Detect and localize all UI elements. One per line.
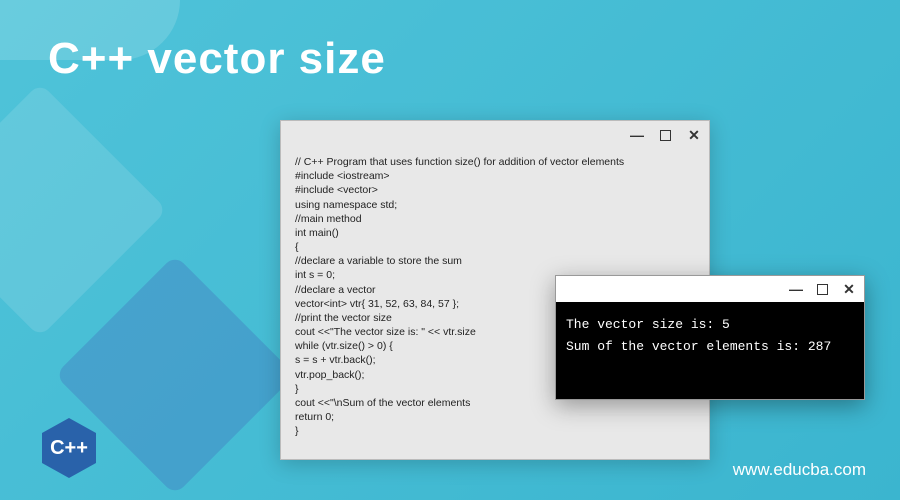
console-titlebar [556, 276, 864, 302]
minimize-icon[interactable] [630, 128, 644, 142]
footer-url: www.educba.com [733, 460, 866, 480]
page-title: C++ vector size [48, 34, 386, 84]
maximize-icon[interactable] [660, 130, 671, 141]
minimize-icon[interactable] [789, 282, 803, 296]
maximize-icon[interactable] [817, 284, 828, 295]
console-output-window: The vector size is: 5 Sum of the vector … [555, 275, 865, 400]
cpp-logo-hexagon: C++ [42, 418, 96, 478]
close-icon[interactable] [842, 282, 856, 296]
close-icon[interactable] [687, 128, 701, 142]
cpp-logo-text: C++ [50, 437, 88, 460]
cpp-logo: C++ [42, 418, 96, 478]
console-output: The vector size is: 5 Sum of the vector … [556, 302, 864, 399]
code-window-titlebar [281, 121, 709, 149]
